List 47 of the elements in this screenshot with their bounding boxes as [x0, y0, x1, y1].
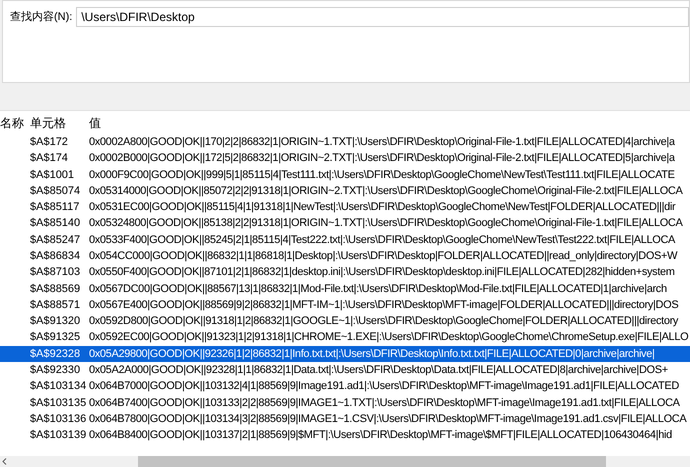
cell-value: 0x064B7800|GOOD|OK||103134|3|2|88569|9|IMAGE1~1.CSV|:\Users\DFIR\Desktop\MFT-image\Image191.ad1.csv|FILE|ALLOCA [89, 412, 686, 425]
cell-reference: $A$103134 [30, 380, 86, 392]
column-header[interactable]: 单元格 [30, 116, 66, 130]
cell-value: 0x05A2A000|GOOD|OK||92328|1|1|86832|1|Data.txt|:\Users\DFIR\Desktop\Data.txt|FILE|ALLOCATED|8|archive|archive|DOS+ [89, 364, 668, 376]
cell-reference: $A$103136 [30, 412, 86, 425]
cell-reference: $A$85140 [30, 217, 80, 230]
cell-reference: $A$88569 [30, 282, 80, 295]
cell-value: 0x05324800|GOOD|OK||85138|2|2|91318|1|ORIGIN~1.TXT|:\Users\DFIR\Desktop\GoogleChome\Original-File-1.txt|FILE|ALLOCA [89, 217, 683, 230]
cell-value: 0x0550F400|GOOD|OK||87101|2|1|86832|1|desktop.ini|:\Users\DFIR\Desktop\desktop.ini|FILE|ALLOCATED|282|hidden+system [89, 266, 675, 278]
cell-value: 0x000F9C00|GOOD|OK||999|5|1|85115|4|Test111.txt|:\Users\DFIR\Desktop\GoogleChome\NewTest\Test111.txt|FILE|ALLOCATE [89, 168, 675, 180]
cell-value: 0x0531EC00|GOOD|OK||85115|4|1|91318|1|NewTest|:\Users\DFIR\Desktop\GoogleChome\NewTest|FOLDER|ALLOCATED|||dir [89, 201, 676, 214]
cell-value: 0x0592D800|GOOD|OK||91318|1|2|86832|1|GOOGLE~1|:\Users\DFIR\Desktop\GoogleChome|FOLDER|ALLOCATED|||directory [89, 315, 678, 328]
cell-reference: $A$91320 [30, 315, 80, 328]
cell-value: 0x05A29800|GOOD|OK||92326|1|2|86832|1|Info.txt.txt|:\Users\DFIR\Desktop\Info.txt.txt|FILE|ALLOCATED|0|archive|archive| [89, 348, 654, 360]
cell-reference: $A$1001 [30, 168, 74, 180]
cell-value: 0x05314000|GOOD|OK||85072|2|2|91318|1|ORIGIN~2.TXT|:\Users\DFIR\Desktop\GoogleChome\Original-File-2.txt|FILE|ALLOCA [89, 184, 683, 197]
cell-reference: $A$103135 [30, 396, 86, 409]
cell-reference: $A$85247 [30, 234, 80, 246]
search-label: 查找内容(N): [10, 10, 72, 25]
cell-value: 0x064B7400|GOOD|OK||103133|2|2|88569|9|IMAGE1~1.TXT|:\Users\DFIR\Desktop\MFT-image\Image191.ad1.txt|FILE|ALLOCA [89, 396, 680, 409]
cell-value: 0x0002A800|GOOD|OK||170|2|2|86832|1|ORIGIN~1.TXT|:\Users\DFIR\Desktop\Original-File-1.txt|FILE|ALLOCATED|4|archive|a [89, 136, 675, 148]
cell-value: 0x0567E400|GOOD|OK||88569|9|2|86832|1|MFT-IM~1|:\Users\DFIR\Desktop\MFT-image|FOLDER|ALLOCATED|||directory|DOS [89, 298, 678, 311]
cell-reference: $A$87103 [30, 266, 80, 278]
cell-reference: $A$172 [30, 136, 68, 148]
scrollbar-thumb[interactable] [138, 456, 606, 467]
cell-reference: $A$85074 [30, 184, 80, 197]
cell-value: 0x0567DC00|GOOD|OK||88567|13|1|86832|1|Mod-File.txt|:\Users\DFIR\Desktop\Mod-File.txt|FILE|ALLOCATED|1|archive|arch [89, 282, 667, 295]
cell-reference: $A$91325 [30, 331, 80, 344]
cell-reference: $A$174 [30, 152, 68, 164]
search-field[interactable]: \Users\DFIR\Desktop [76, 7, 689, 27]
column-header[interactable]: 名称 [0, 116, 24, 130]
cell-reference: $A$92328 [30, 348, 80, 360]
scroll-left-icon[interactable] [2, 458, 7, 465]
cell-value: 0x0533F400|GOOD|OK||85245|2|1|85115|4|Test222.txt|:\Users\DFIR\Desktop\GoogleChome\NewTest\Test222.txt|FILE|ALLOCA [89, 234, 676, 246]
cell-reference: $A$86834 [30, 250, 80, 262]
cell-reference: $A$88571 [30, 298, 80, 311]
cell-reference: $A$92330 [30, 364, 80, 376]
selected-row[interactable]: $A$92328 0x05A29800|GOOD|OK||92326|1|2|86832|1|Info.txt.txt|:\Users\DFIR\Desktop\Info.txt.txt|FILE|ALLOCATED|0|archive|archive| [0, 346, 690, 362]
cell-value: 0x0592EC00|GOOD|OK||91323|1|2|91318|1|CHROME~1.EXE|:\Users\DFIR\Desktop\GoogleChome\ChromeSetup.exe|FILE|ALLO [89, 331, 688, 344]
cell-reference: $A$85117 [30, 201, 80, 214]
column-header[interactable]: 值 [89, 116, 101, 130]
horizontal-scrollbar[interactable] [0, 456, 690, 467]
cell-value: 0x0002B000|GOOD|OK||172|5|2|86832|1|ORIGIN~2.TXT|:\Users\DFIR\Desktop\Original-File-2.txt|FILE|ALLOCATED|5|archive|a [89, 152, 675, 164]
cell-reference: $A$103139 [30, 429, 86, 442]
cell-value: 0x064B7000|GOOD|OK||103132|4|1|88569|9|Image191.ad1|:\Users\DFIR\Desktop\MFT-image\Image191.ad1|FILE|ALLOCATED [89, 380, 679, 392]
cell-value: 0x054CC000|GOOD|OK||86832|1|1|86818|1|Desktop|:\Users\DFIR\Desktop|FOLDER|ALLOCATED||read_only|directory|DOS+W [89, 250, 678, 262]
cell-value: 0x064B8400|GOOD|OK||103137|2|1|88569|9|$MFT|:\Users\DFIR\Desktop\MFT-image\$MFT|FILE|ALLOCATED|106430464|hid [89, 429, 672, 442]
